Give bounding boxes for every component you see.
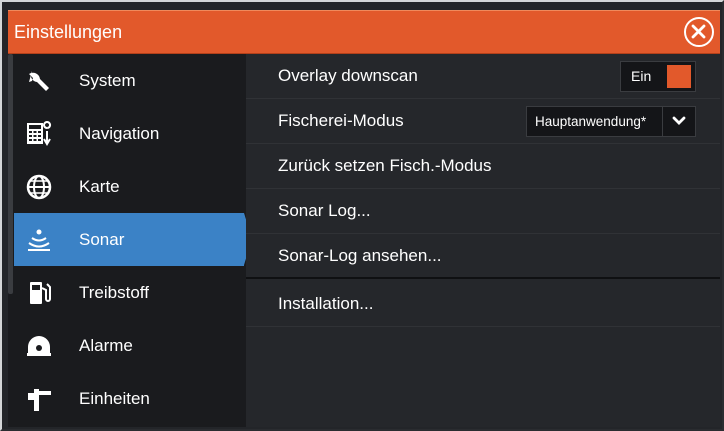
fuel-icon: [30, 282, 51, 304]
sidebar-item-label: Alarme: [79, 336, 133, 355]
dropdown-toggle[interactable]: [662, 107, 695, 136]
row-label: Sonar-Log ansehen...: [278, 246, 442, 265]
sidebar-scrollbar[interactable]: [8, 54, 13, 294]
alarm-icon: [27, 336, 51, 356]
row-label: Sonar Log...: [278, 201, 371, 220]
row-label: Overlay downscan: [278, 66, 418, 85]
sidebar-item-system[interactable]: System: [14, 54, 244, 107]
row-label: Zurück setzen Fisch.-Modus: [278, 156, 492, 175]
sidebar-item-label: Einheiten: [79, 389, 150, 408]
toggle-label: Ein: [631, 68, 652, 84]
sidebar-item-karte[interactable]: Karte: [14, 160, 244, 213]
units-icon: [28, 389, 51, 411]
row-sonar-log-view[interactable]: Sonar-Log ansehen...: [246, 234, 720, 279]
close-circle-icon: [691, 24, 706, 39]
sidebar-item-label: Sonar: [79, 230, 125, 249]
sidebar: System Navigation Karte Sonar Treibstoff…: [8, 54, 252, 427]
sidebar-item-sonar[interactable]: Sonar: [14, 213, 252, 266]
sidebar-item-label: Karte: [79, 177, 120, 196]
sidebar-item-label: Treibstoff: [79, 283, 149, 302]
sidebar-item-treibstoff[interactable]: Treibstoff: [14, 266, 244, 319]
globe-icon: [26, 174, 52, 200]
settings-panel: Overlay downscan Ein Fischerei-Modus Hau…: [246, 54, 720, 427]
row-installation[interactable]: Installation...: [246, 282, 720, 327]
toggle-knob: [667, 65, 691, 88]
close-button[interactable]: [684, 17, 714, 47]
sidebar-item-einheiten[interactable]: Einheiten: [14, 372, 244, 425]
sidebar-item-alarme[interactable]: Alarme: [14, 319, 244, 372]
window-title: Einstellungen: [14, 22, 123, 42]
sidebar-item-label: System: [79, 71, 136, 90]
sonar-icon: [28, 229, 50, 251]
row-sonar-log[interactable]: Sonar Log...: [246, 189, 720, 234]
title-bar: Einstellungen: [8, 10, 720, 54]
row-reset-fish-mode[interactable]: Zurück setzen Fisch.-Modus: [246, 144, 720, 189]
sidebar-item-navigation[interactable]: Navigation: [14, 107, 244, 160]
row-label: Fischerei-Modus: [278, 111, 404, 130]
row-label: Installation...: [278, 294, 374, 313]
sidebar-item-label: Navigation: [79, 124, 160, 143]
dropdown-value: Hauptanwendung*: [535, 114, 647, 129]
chevron-down-icon: [672, 116, 686, 125]
navigation-icon: [27, 121, 52, 146]
wrench-icon: [29, 71, 49, 91]
row-fischerei-modus[interactable]: Fischerei-Modus Hauptanwendung*: [246, 99, 720, 144]
overlay-downscan-toggle[interactable]: Ein: [620, 61, 696, 92]
fischerei-modus-dropdown[interactable]: Hauptanwendung*: [526, 106, 696, 137]
row-overlay-downscan[interactable]: Overlay downscan Ein: [246, 54, 720, 99]
settings-window: Einstellungen System Navigation Karte So…: [0, 0, 724, 431]
